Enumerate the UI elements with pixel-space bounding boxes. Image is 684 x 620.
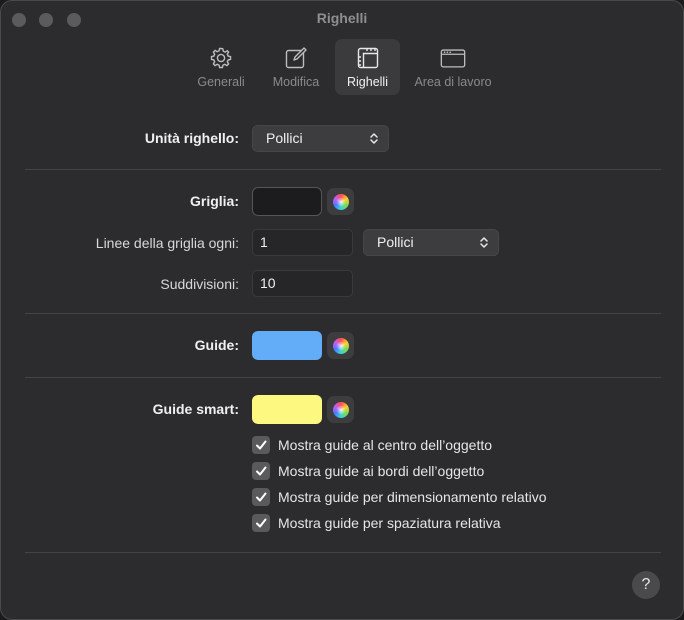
checkbox[interactable] bbox=[252, 514, 270, 532]
divider bbox=[25, 169, 661, 170]
checkbox-label: Mostra guide per dimensionamento relativ… bbox=[278, 489, 547, 505]
color-wheel-icon bbox=[332, 337, 349, 354]
checkbox[interactable] bbox=[252, 488, 270, 506]
preferences-window: Righelli Generali Modifica Righelli Area… bbox=[0, 0, 684, 620]
tab-modifica[interactable]: Modifica bbox=[263, 39, 329, 95]
help-button[interactable]: ? bbox=[632, 571, 660, 599]
guides-label: Guide: bbox=[194, 337, 239, 353]
tab-label-righelli: Righelli bbox=[347, 75, 388, 89]
checkbox[interactable] bbox=[252, 462, 270, 480]
grid-color-picker-button[interactable] bbox=[327, 188, 354, 215]
tab-generali[interactable]: Generali bbox=[191, 39, 251, 95]
subdivisions-field[interactable]: 10 bbox=[252, 270, 353, 297]
checkbox-row-center-guides[interactable]: Mostra guide al centro dell’oggetto bbox=[252, 435, 492, 455]
chevron-up-down-icon bbox=[370, 133, 378, 144]
window-title: Righelli bbox=[316, 10, 368, 26]
grid-lines-field[interactable]: 1 bbox=[252, 229, 353, 256]
checkmark-icon bbox=[256, 518, 267, 528]
checkmark-icon bbox=[256, 440, 267, 450]
title-bar: Righelli bbox=[1, 1, 683, 37]
checkbox-row-edge-guides[interactable]: Mostra guide ai bordi dell’oggetto bbox=[252, 461, 484, 481]
checkmark-icon bbox=[256, 492, 267, 502]
color-wheel-icon bbox=[332, 193, 349, 210]
divider bbox=[25, 552, 661, 553]
color-wheel-icon bbox=[332, 401, 349, 418]
ruler-units-popup[interactable]: Pollici bbox=[252, 125, 389, 152]
smart-guides-label: Guide smart: bbox=[152, 401, 239, 417]
ruler-units-value: Pollici bbox=[266, 130, 303, 146]
grid-lines-unit-value: Pollici bbox=[377, 234, 414, 250]
checkbox-label: Mostra guide per spaziatura relativa bbox=[278, 515, 501, 531]
grid-lines-unit-popup[interactable]: Pollici bbox=[363, 229, 499, 256]
tab-label-modifica: Modifica bbox=[272, 75, 320, 89]
ruler-icon bbox=[354, 45, 382, 71]
chevron-up-down-icon bbox=[480, 237, 488, 248]
gear-icon bbox=[207, 45, 235, 71]
preferences-toolbar: Generali Modifica Righelli Area di lavor… bbox=[1, 39, 683, 97]
divider bbox=[25, 313, 661, 314]
checkbox[interactable] bbox=[252, 436, 270, 454]
guides-color-picker-button[interactable] bbox=[327, 332, 354, 359]
checkbox-label: Mostra guide ai bordi dell’oggetto bbox=[278, 463, 485, 479]
checkbox-row-relative-spacing[interactable]: Mostra guide per spaziatura relativa bbox=[252, 513, 501, 533]
tab-label-area-di-lavoro: Area di lavoro bbox=[414, 75, 492, 89]
tab-area-di-lavoro[interactable]: Area di lavoro bbox=[407, 39, 499, 95]
checkbox-row-relative-sizing[interactable]: Mostra guide per dimensionamento relativ… bbox=[252, 487, 546, 507]
smart-guides-color-well[interactable] bbox=[252, 395, 322, 424]
ruler-units-label: Unità righello: bbox=[144, 130, 239, 146]
grid-label: Griglia: bbox=[189, 193, 239, 209]
subdivisions-label: Suddivisioni: bbox=[160, 276, 239, 292]
grid-lines-label: Linee della griglia ogni: bbox=[95, 235, 239, 251]
subdivisions-value: 10 bbox=[260, 275, 276, 291]
tab-righelli[interactable]: Righelli bbox=[335, 39, 400, 95]
smart-guides-color-picker-button[interactable] bbox=[327, 396, 354, 423]
divider bbox=[25, 377, 661, 378]
checkmark-icon bbox=[256, 466, 267, 476]
checkbox-label: Mostra guide al centro dell’oggetto bbox=[278, 437, 493, 453]
grid-color-well[interactable] bbox=[252, 187, 322, 216]
tab-label-generali: Generali bbox=[197, 75, 245, 89]
grid-lines-value: 1 bbox=[260, 234, 268, 250]
window-icon bbox=[439, 45, 467, 71]
guides-color-well[interactable] bbox=[252, 331, 322, 360]
edit-icon bbox=[282, 45, 310, 71]
